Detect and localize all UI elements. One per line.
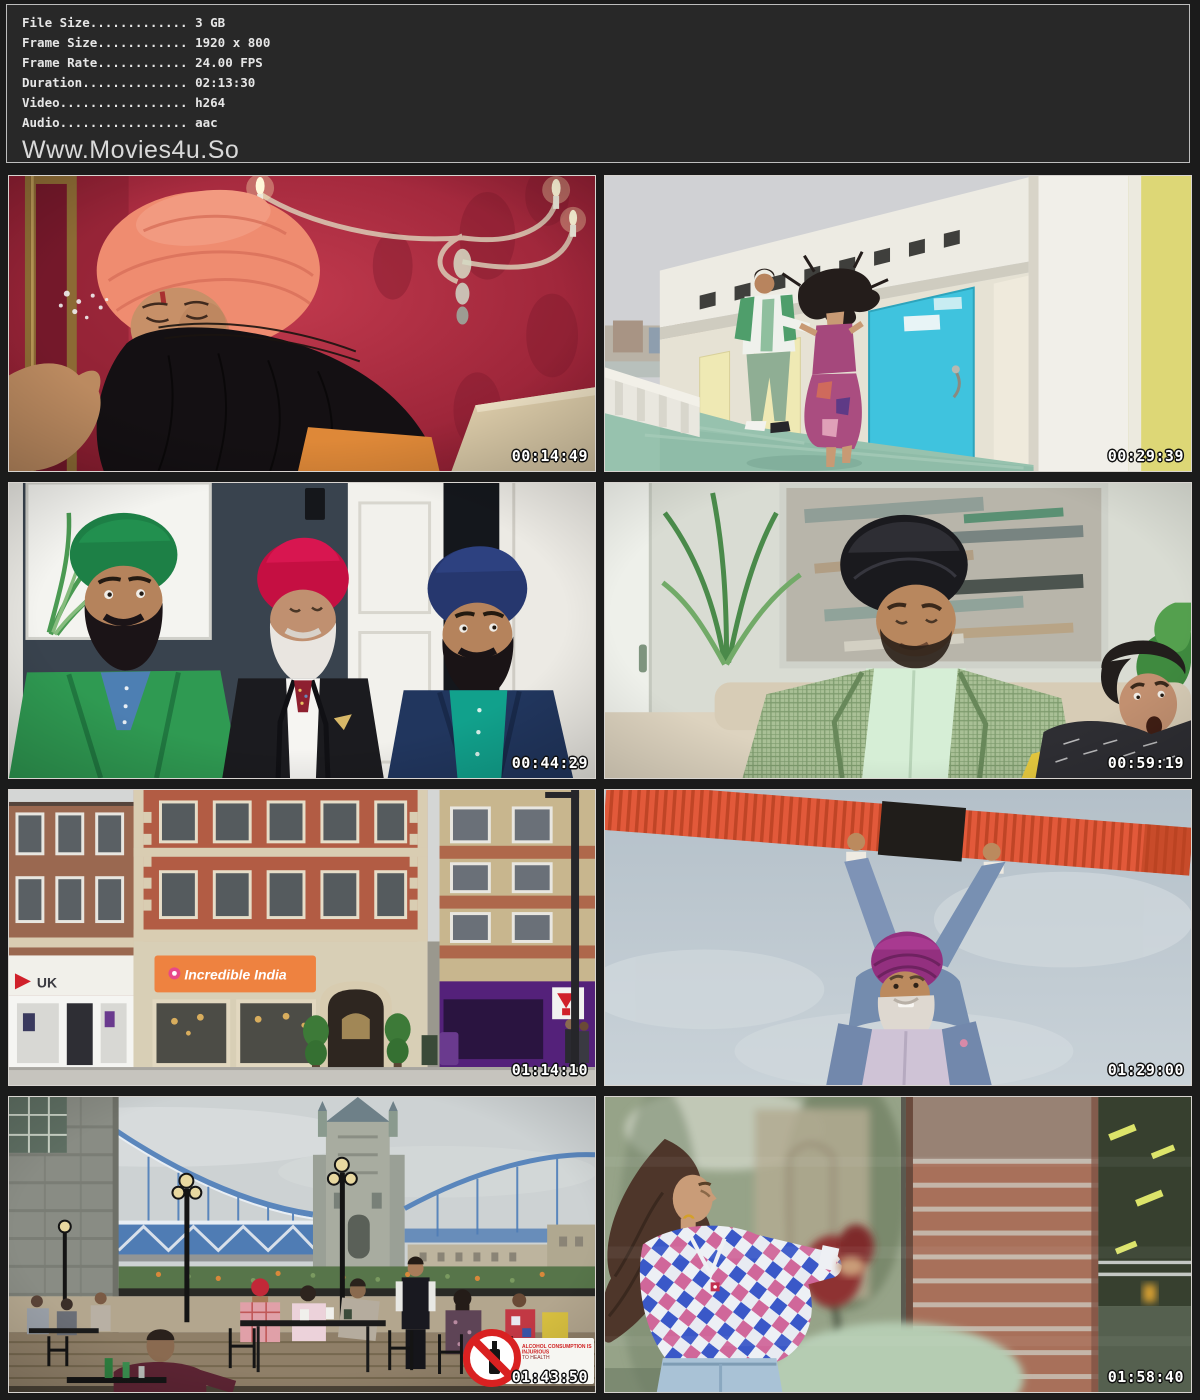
site-watermark: Www.Movies4u.So <box>22 136 1175 165</box>
timestamp-overlay: 00:44:29 <box>512 754 588 772</box>
screenshot-6: 01:29:00 <box>604 789 1192 1086</box>
screenshot-2: 00:29:39 <box>604 175 1192 472</box>
screenshot-1-image <box>9 176 595 471</box>
info-line-video: Video................. h264 <box>22 93 1175 113</box>
white-pillar <box>1029 176 1129 471</box>
info-line-frame-rate: Frame Rate............ 24.00 FPS <box>22 53 1175 73</box>
info-line-frame-size: Frame Size............ 1920 x 800 <box>22 33 1175 53</box>
screenshot-1: 00:14:49 <box>8 175 596 472</box>
cyan-door <box>869 288 974 467</box>
screenshot-5: UK <box>8 789 596 1086</box>
left-building: UK <box>9 802 134 1085</box>
info-line-duration: Duration.............. 02:13:30 <box>22 73 1175 93</box>
screenshot-4-image <box>605 483 1191 778</box>
screenshot-7: ALCOHOL CONSUMPTION IS INJURIOUS TO HEAL… <box>8 1096 596 1393</box>
screenshot-8-image <box>605 1097 1191 1392</box>
timestamp-overlay: 00:14:49 <box>512 447 588 465</box>
timestamp-overlay: 01:58:40 <box>1108 1368 1184 1386</box>
timestamp-overlay: 01:43:50 <box>512 1368 588 1386</box>
page: { "file_info": { "lines": [ "File Size..… <box>0 0 1200 1400</box>
bins <box>422 1032 459 1065</box>
screenshot-5-image: UK <box>9 790 595 1085</box>
file-info-panel: File Size............. 3 GB Frame Size..… <box>6 4 1190 163</box>
screenshot-3: 00:44:29 <box>8 482 596 779</box>
screenshot-6-image <box>605 790 1191 1085</box>
screenshot-2-image <box>605 176 1191 471</box>
screenshot-8: 01:58:40 <box>604 1096 1192 1393</box>
warning-line-2: TO HEALTH <box>522 1355 596 1361</box>
info-line-audio: Audio................. aac <box>22 113 1175 133</box>
cream-door <box>994 276 1029 467</box>
screenshot-3-image <box>9 483 595 778</box>
lamp-pole <box>571 790 579 1085</box>
screenshot-4: 00:59:19 <box>604 482 1192 779</box>
info-line-file-size: File Size............. 3 GB <box>22 13 1175 33</box>
pavement <box>9 1069 595 1085</box>
timestamp-overlay: 01:29:00 <box>1108 1061 1184 1079</box>
timestamp-overlay: 00:29:39 <box>1108 447 1184 465</box>
timestamp-overlay: 00:59:19 <box>1108 754 1184 772</box>
shop-sign-text: UK <box>37 974 57 990</box>
restaurant-sign-text: Incredible India <box>184 966 286 982</box>
incredible-india-building: Incredible India <box>134 790 428 1085</box>
screenshot-grid: 00:14:49 <box>8 175 1192 1393</box>
shop-window <box>1098 1097 1191 1392</box>
restaurant-sign: Incredible India <box>155 955 316 992</box>
warning-line-1: ALCOHOL CONSUMPTION IS INJURIOUS <box>522 1344 596 1355</box>
timestamp-overlay: 01:14:10 <box>512 1061 588 1079</box>
